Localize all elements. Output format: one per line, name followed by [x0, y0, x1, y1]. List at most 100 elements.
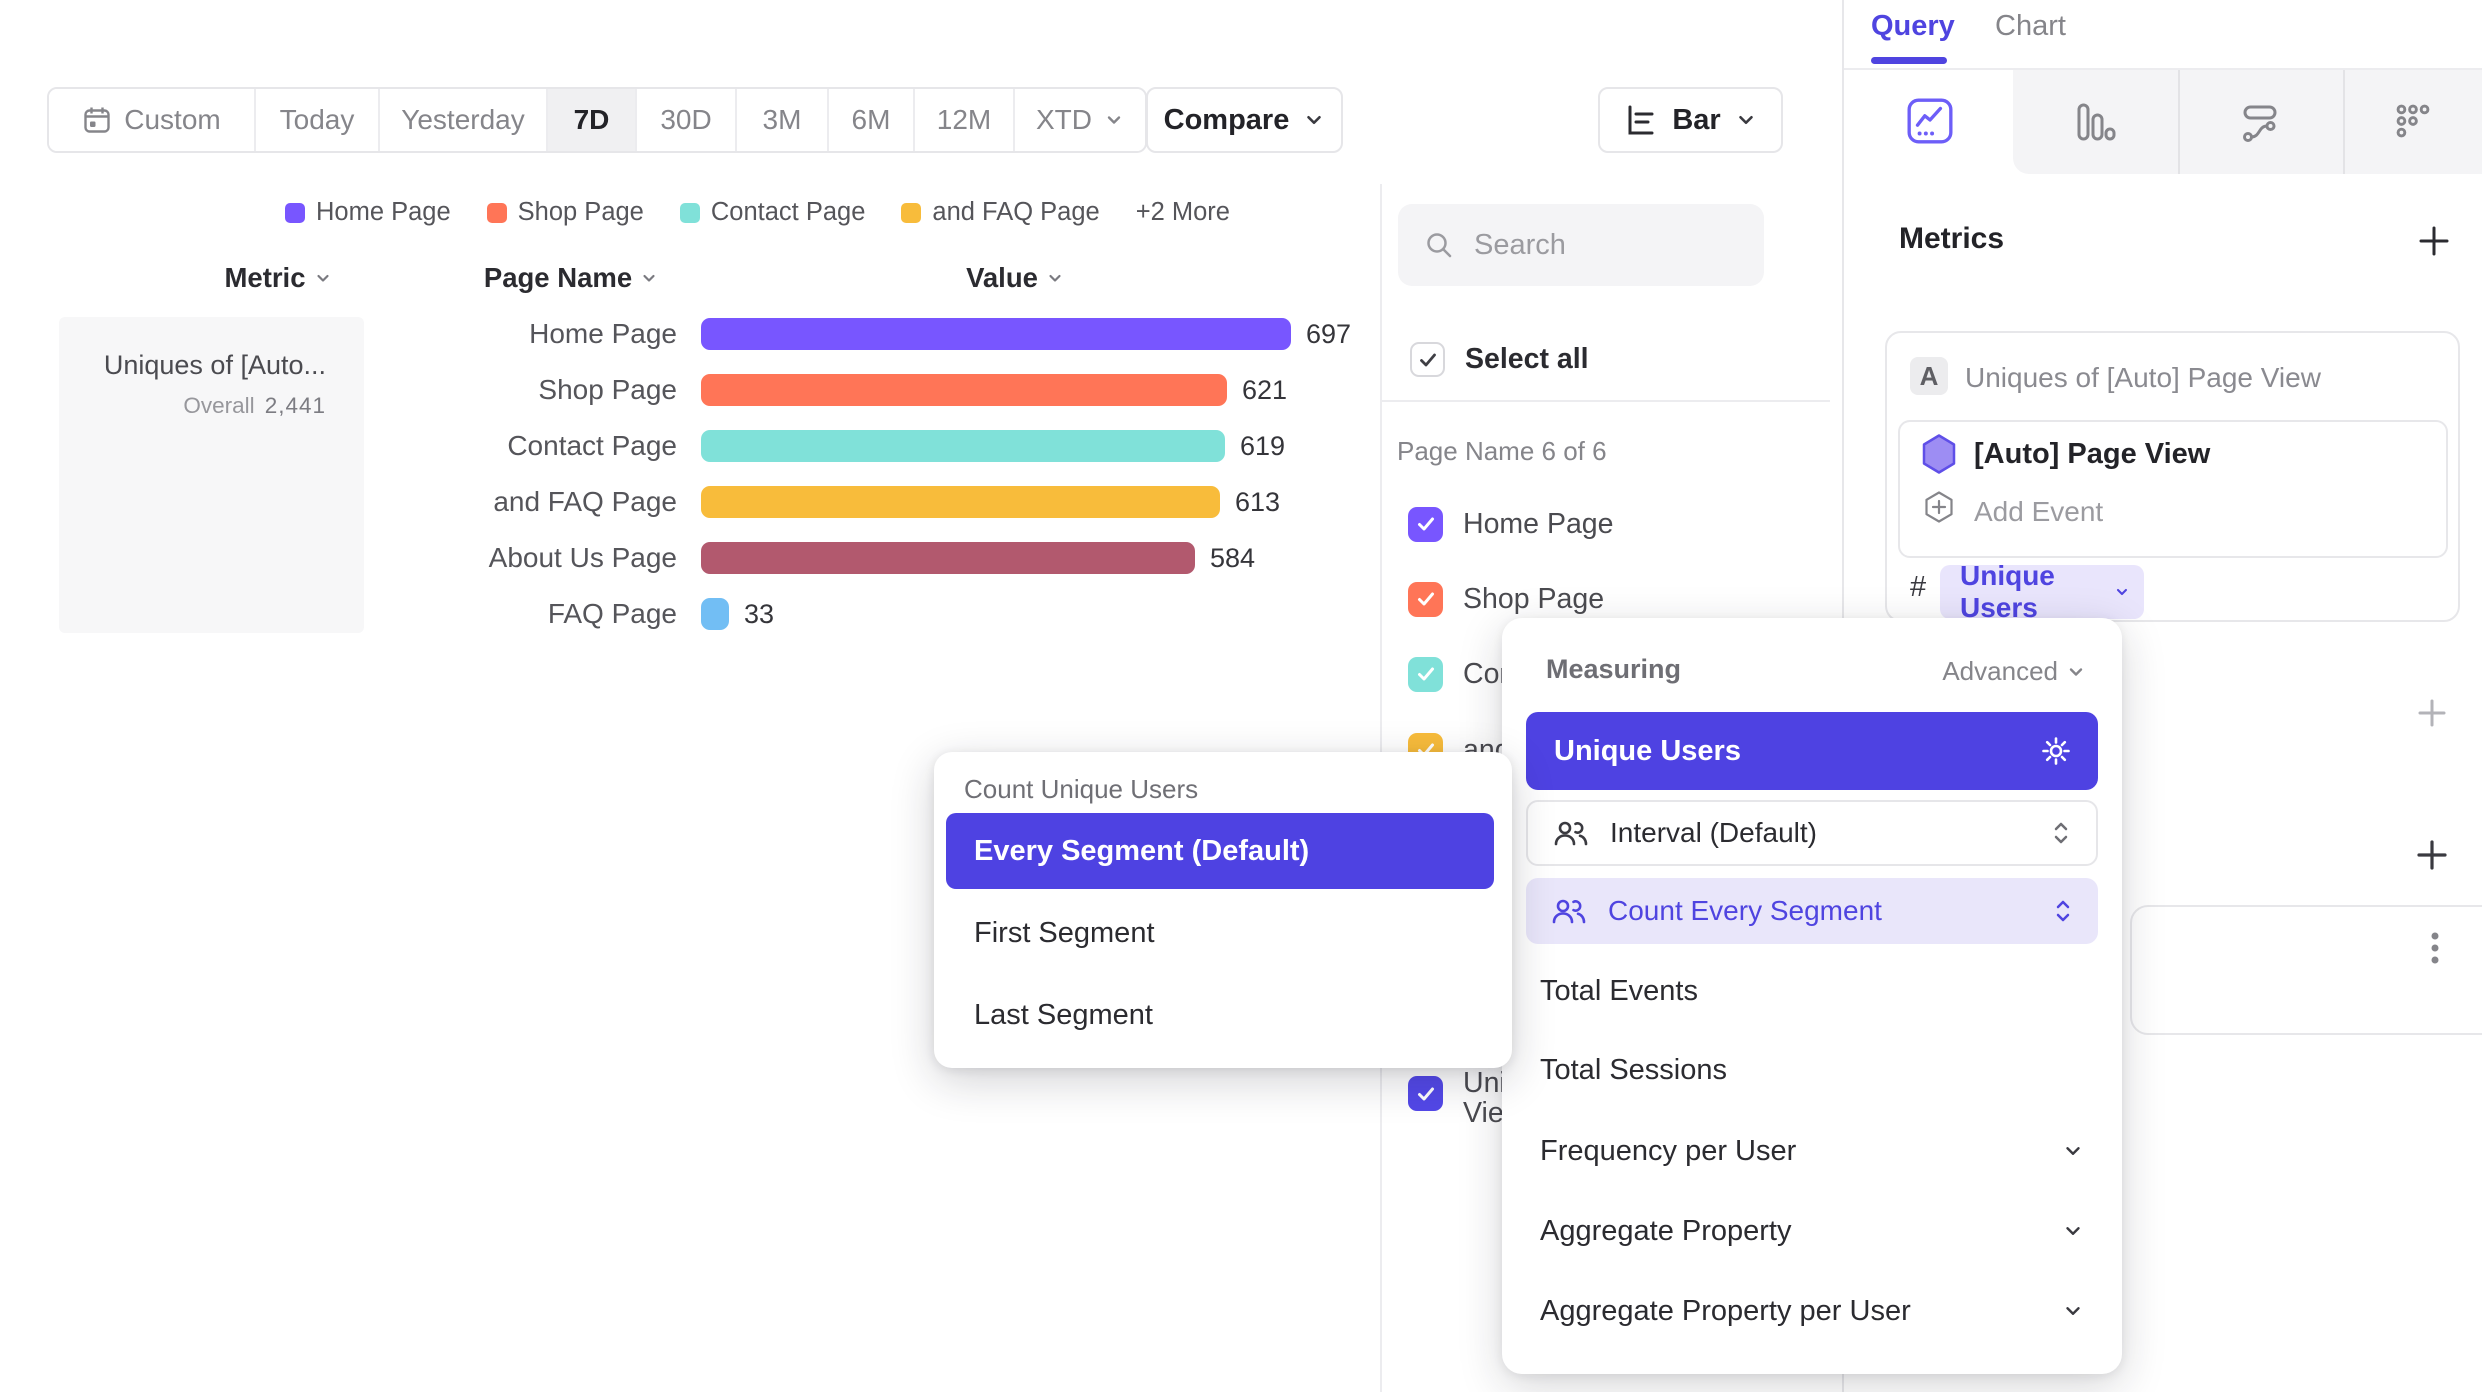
add-metric-button[interactable] — [2417, 224, 2451, 258]
event-name[interactable]: [Auto] Page View — [1974, 438, 2210, 471]
chart-type-button[interactable]: Bar — [1598, 87, 1783, 153]
date-segment-7d[interactable]: 7D — [546, 89, 635, 151]
date-segment-12m[interactable]: 12M — [913, 89, 1013, 151]
date-segment-30d[interactable]: 30D — [635, 89, 735, 151]
legend-more-label[interactable]: +2 More — [1136, 198, 1230, 227]
count-popup-title: Count Unique Users — [964, 774, 1198, 805]
chart-legend: Home Page Shop Page Contact Page and FAQ… — [285, 198, 1230, 227]
segment-option-selected[interactable]: Every Segment (Default) — [946, 813, 1494, 889]
sort-chevron-icon — [640, 269, 658, 287]
date-segment-xtd[interactable]: XTD — [1013, 89, 1145, 151]
tabstrip-divider — [2343, 70, 2345, 174]
value-bar[interactable] — [701, 318, 1291, 350]
date-segment-3m[interactable]: 3M — [735, 89, 827, 151]
legend-item[interactable]: and FAQ Page — [901, 198, 1099, 227]
bar-value: 619 — [1240, 431, 1285, 462]
chevron-down-icon — [1303, 109, 1325, 131]
select-all-row[interactable]: Select all — [1410, 342, 1589, 377]
value-bar[interactable] — [701, 430, 1225, 462]
legend-item[interactable]: Home Page — [285, 198, 451, 227]
bar-value: 613 — [1235, 487, 1280, 518]
advanced-toggle[interactable]: Advanced — [1942, 656, 2086, 687]
add-event-icon — [1922, 490, 1956, 524]
legend-item[interactable]: Shop Page — [487, 198, 644, 227]
legend-swatch — [901, 203, 921, 223]
measuring-option-selected[interactable]: Unique Users — [1526, 712, 2098, 790]
calendar-icon — [82, 105, 112, 135]
search-icon — [1424, 230, 1454, 260]
tab-chart[interactable]: Chart — [1995, 10, 2066, 43]
legend-swatch — [285, 203, 305, 223]
people-icon — [1554, 820, 1588, 846]
add-breakdown-button[interactable] — [2415, 838, 2449, 872]
insights-line-chart-tab[interactable] — [1905, 96, 1955, 146]
table-row: Home Page 697 — [0, 306, 1380, 362]
date-segment-today[interactable]: Today — [254, 89, 378, 151]
measuring-option[interactable]: Total Events — [1502, 963, 2122, 1019]
chevron-down-icon — [2062, 1300, 2084, 1322]
measuring-option[interactable]: Total Sessions — [1502, 1042, 2122, 1098]
legend-item[interactable]: Contact Page — [680, 198, 866, 227]
filter-item[interactable]: Home Page — [1408, 496, 1614, 552]
flows-tab[interactable] — [2238, 100, 2282, 144]
count-segment-popup: Count Unique Users Every Segment (Defaul… — [934, 752, 1512, 1068]
up-down-chevrons-icon — [2050, 818, 2072, 848]
chevron-down-icon — [2062, 1220, 2084, 1242]
measuring-option[interactable]: Aggregate Property per User — [1502, 1283, 2122, 1339]
column-header-page-name[interactable]: Page Name — [461, 262, 681, 294]
bar-value: 584 — [1210, 543, 1255, 574]
measure-dropdown[interactable]: Unique Users — [1940, 565, 2144, 619]
bar-value: 33 — [744, 599, 774, 630]
table-row: Shop Page 621 — [0, 362, 1380, 418]
horizontal-bar-chart-icon — [1624, 103, 1658, 137]
value-bar[interactable] — [701, 486, 1220, 518]
filter-item[interactable]: Uni Vie — [1408, 1076, 1506, 1128]
table-row: Contact Page 619 — [0, 418, 1380, 474]
bar-chart-tab[interactable] — [2072, 100, 2116, 144]
table-row: FAQ Page 33 — [0, 586, 1380, 642]
add-filter-button[interactable] — [2416, 697, 2448, 729]
segment-option[interactable]: Last Segment — [946, 977, 1494, 1053]
count-mode-selector[interactable]: Count Every Segment — [1526, 878, 2098, 944]
metric-badge: A — [1910, 357, 1948, 395]
date-range-control: Custom Today Yesterday 7D 30D 3M 6M 12M … — [47, 87, 1147, 153]
tabstrip-divider — [2178, 70, 2180, 174]
number-sign-label: # — [1910, 571, 1926, 604]
compare-button[interactable]: Compare — [1146, 87, 1343, 153]
legend-swatch — [680, 203, 700, 223]
checkbox-checked[interactable] — [1408, 657, 1443, 692]
event-card: [Auto] Page View Add Event — [1898, 420, 2448, 558]
interval-selector[interactable]: Interval (Default) — [1526, 800, 2098, 866]
date-segment-custom[interactable]: Custom — [49, 89, 254, 151]
more-options-icon[interactable] — [2430, 931, 2440, 969]
search-box[interactable] — [1398, 204, 1764, 286]
add-event-button[interactable]: Add Event — [1974, 496, 2103, 528]
sort-chevron-icon — [314, 269, 332, 287]
up-down-chevrons-icon — [2052, 896, 2074, 926]
measuring-title: Measuring — [1546, 654, 1681, 685]
measuring-option[interactable]: Aggregate Property — [1502, 1203, 2122, 1259]
sort-chevron-icon — [1046, 269, 1064, 287]
gear-icon[interactable] — [2040, 735, 2072, 767]
list-divider — [1382, 400, 1830, 402]
select-all-checkbox[interactable] — [1410, 342, 1445, 377]
checkbox-checked[interactable] — [1408, 582, 1443, 617]
segment-option[interactable]: First Segment — [946, 895, 1494, 971]
search-input[interactable] — [1472, 228, 1716, 263]
date-segment-6m[interactable]: 6M — [827, 89, 913, 151]
checkbox-checked[interactable] — [1408, 1076, 1443, 1111]
table-row: About Us Page 584 — [0, 530, 1380, 586]
measuring-option[interactable]: Frequency per User — [1502, 1123, 2122, 1179]
value-bar[interactable] — [701, 598, 729, 630]
value-bar[interactable] — [701, 542, 1195, 574]
column-header-metric[interactable]: Metric — [168, 262, 388, 294]
group-count-label: Page Name 6 of 6 — [1397, 436, 1607, 467]
retention-tab[interactable] — [2392, 100, 2434, 142]
bar-value: 697 — [1306, 319, 1351, 350]
date-segment-yesterday[interactable]: Yesterday — [378, 89, 546, 151]
tab-query[interactable]: Query — [1871, 10, 1955, 43]
people-icon — [1552, 898, 1586, 924]
column-header-value[interactable]: Value — [905, 262, 1125, 294]
value-bar[interactable] — [701, 374, 1227, 406]
checkbox-checked[interactable] — [1408, 507, 1443, 542]
